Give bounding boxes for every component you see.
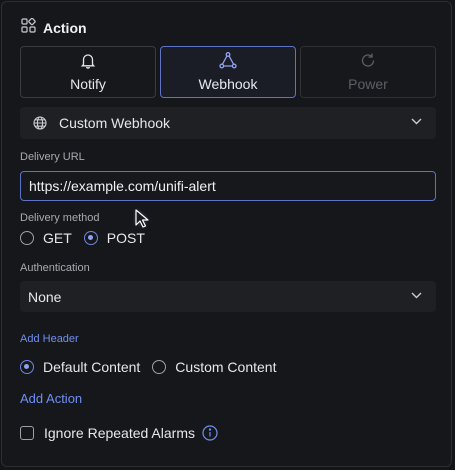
tab-label: Webhook — [198, 76, 258, 92]
authentication-label: Authentication — [20, 262, 90, 274]
ignore-repeated-row: Ignore Repeated Alarms — [20, 424, 218, 442]
action-type-tabs: Notify Webhook Power — [20, 46, 436, 98]
tab-label: Notify — [70, 76, 106, 92]
delivery-url-value: https://example.com/unifi-alert — [29, 178, 216, 194]
info-icon[interactable] — [202, 425, 218, 441]
radio-post[interactable] — [83, 231, 98, 245]
bell-icon — [80, 52, 96, 70]
globe-icon — [33, 116, 47, 130]
refresh-icon — [360, 52, 376, 70]
radio-default-content[interactable] — [20, 360, 34, 374]
tab-label: Power — [348, 76, 388, 92]
ignore-repeated-label[interactable]: Ignore Repeated Alarms — [44, 425, 195, 441]
radio-custom-content-label[interactable]: Custom Content — [175, 359, 276, 375]
mouse-cursor-icon — [133, 208, 155, 235]
radio-custom-content[interactable] — [152, 360, 167, 374]
section-title: Action — [43, 20, 87, 36]
webhook-type-select[interactable]: Custom Webhook — [20, 107, 436, 139]
delivery-method-group: GET POST — [20, 229, 145, 247]
tab-notify[interactable]: Notify — [20, 46, 156, 98]
add-action-link[interactable]: Add Action — [20, 391, 82, 406]
radio-get[interactable] — [20, 231, 34, 245]
chevron-down-icon — [411, 118, 422, 125]
tab-power: Power — [300, 46, 436, 98]
authentication-value: None — [28, 288, 62, 305]
tab-webhook[interactable]: Webhook — [160, 46, 296, 98]
webhook-type-value: Custom Webhook — [59, 115, 171, 131]
content-type-group: Default Content Custom Content — [20, 358, 276, 376]
delivery-url-input[interactable]: https://example.com/unifi-alert — [20, 171, 436, 201]
ignore-repeated-checkbox[interactable] — [20, 426, 34, 440]
webhook-icon — [219, 52, 237, 70]
delivery-method-label: Delivery method — [20, 212, 100, 224]
authentication-select[interactable]: None — [20, 281, 436, 312]
add-header-link[interactable]: Add Header — [20, 333, 79, 345]
section-header: Action — [21, 17, 87, 38]
radio-get-label[interactable]: GET — [43, 230, 72, 246]
widgets-icon — [21, 17, 43, 38]
radio-default-content-label[interactable]: Default Content — [43, 359, 140, 375]
delivery-url-label: Delivery URL — [20, 151, 85, 163]
chevron-down-icon — [411, 292, 422, 299]
